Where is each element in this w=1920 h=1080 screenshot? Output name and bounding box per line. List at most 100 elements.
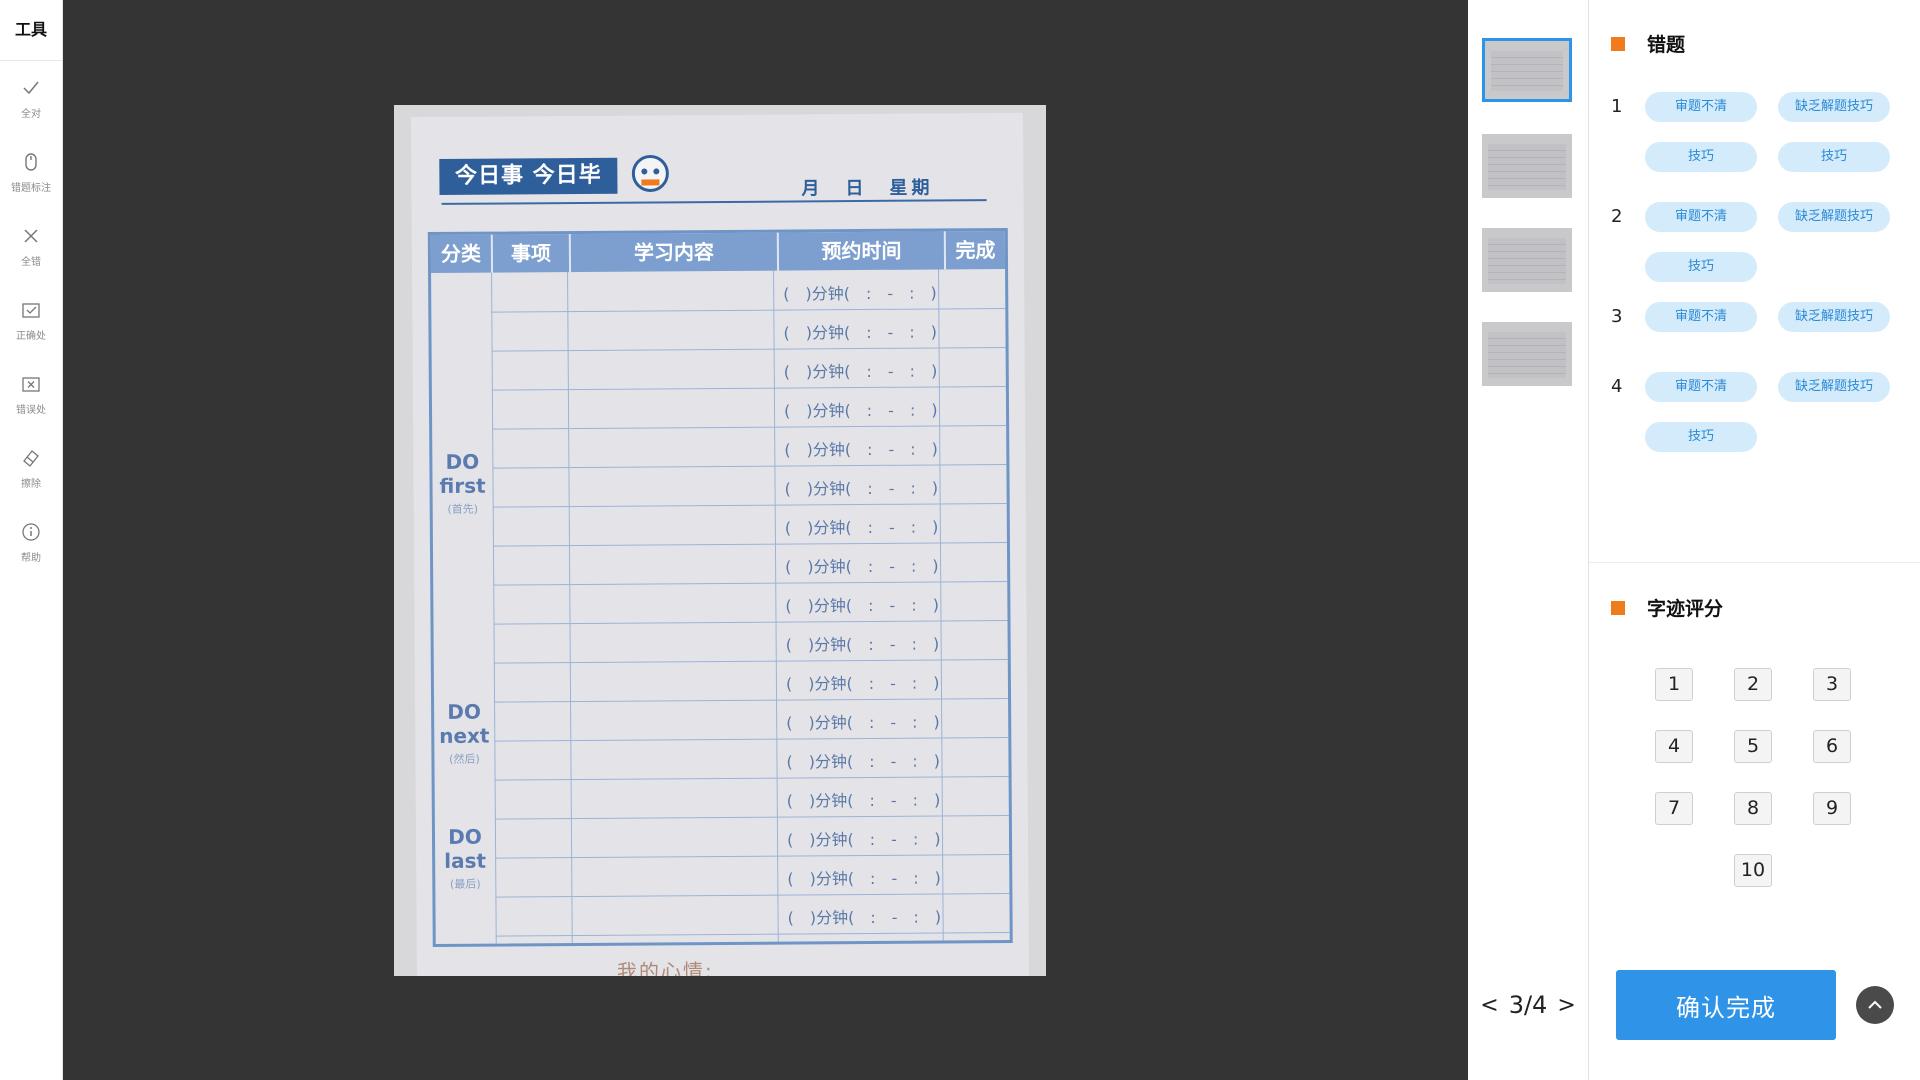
worksheet-table: 分类 事项 学习内容 预约时间 完成 ( )分钟( : - : ) ( )分钟( … — [427, 227, 1013, 948]
next-page-button[interactable]: > — [1557, 993, 1575, 1018]
errors-title: 错题 — [1647, 34, 1686, 56]
score-button-10[interactable]: 10 — [1734, 854, 1772, 887]
page-thumbnails — [1468, 0, 1589, 1080]
row-rule — [491, 308, 1006, 313]
category-do-next: DO next (然后) — [434, 700, 495, 772]
worksheet-table-header: 分类 事项 学习内容 预约时间 完成 — [430, 231, 1006, 274]
check-box-icon — [22, 302, 40, 318]
homework-photo[interactable]: 今日事 今日毕 月 日 星期 分类 事项 学习内容 预约时间 完成 ()分钟(… — [394, 105, 1046, 976]
tag-misread[interactable]: 审题不清 — [1645, 302, 1757, 332]
time-slot: ( )分钟( : - : ) — [786, 751, 941, 772]
time-slot: ( )分钟( : - : ) — [786, 712, 940, 733]
column-rule — [773, 270, 779, 942]
tool-error-spot[interactable]: 错误处 — [0, 357, 62, 431]
thumbnail-page-4[interactable] — [1482, 322, 1572, 386]
tag-lack-skill[interactable]: 缺乏解题技巧 — [1778, 202, 1890, 232]
category-subtitle: (然后) — [449, 752, 480, 766]
tag-skill[interactable]: 技巧 — [1645, 142, 1757, 172]
page-indicator: 3/4 — [1508, 991, 1548, 1019]
tool-label: 错误处 — [16, 404, 46, 416]
x-icon — [24, 228, 38, 243]
row-rule — [491, 347, 1006, 352]
eraser-icon — [23, 449, 39, 467]
x-box-icon — [22, 376, 40, 392]
tool-label: 正确处 — [16, 330, 46, 342]
category-title: DO first — [439, 449, 486, 498]
mood-label: 我的心情: — [616, 959, 714, 976]
tool-correct-spot[interactable]: 正确处 — [0, 283, 62, 357]
category-subtitle: (最后) — [449, 877, 481, 891]
thumbnail-page-1[interactable] — [1482, 38, 1572, 102]
chevron-up-icon — [1868, 1000, 1882, 1009]
time-slot: ( )分钟( : - : ) — [786, 829, 941, 850]
tool-label: 错题标注 — [11, 182, 51, 194]
tool-mark-error[interactable]: 错题标注 — [0, 135, 62, 209]
row-rule — [494, 697, 1009, 703]
time-slot: ( )分钟( : - : ) — [785, 556, 939, 577]
tag-misread[interactable]: 审题不清 — [1645, 372, 1757, 402]
section-divider — [1589, 562, 1920, 563]
score-button-7[interactable]: 7 — [1655, 792, 1693, 825]
column-header: 预约时间 — [778, 231, 947, 271]
time-slot: ( )分钟( : - : ) — [786, 790, 941, 811]
prev-page-button[interactable]: < — [1480, 993, 1498, 1018]
thumbnail-page-2[interactable] — [1482, 134, 1572, 198]
category-title: DO last — [444, 824, 487, 873]
score-button-9[interactable]: 9 — [1813, 792, 1851, 825]
row-rule — [492, 463, 1007, 469]
tool-all-wrong[interactable]: 全错 — [0, 209, 62, 283]
score-button-8[interactable]: 8 — [1734, 792, 1772, 825]
tag-misread[interactable]: 审题不清 — [1645, 202, 1757, 232]
tag-skill[interactable]: 技巧 — [1645, 422, 1757, 452]
time-slot: ( )分钟( : - : ) — [783, 322, 938, 343]
mouse-icon — [25, 152, 37, 171]
column-header: 分类 — [430, 234, 494, 274]
section-marker-icon — [1611, 600, 1625, 615]
tool-all-correct[interactable]: 全对 — [0, 61, 62, 135]
section-marker-icon — [1611, 36, 1625, 51]
score-button-5[interactable]: 5 — [1734, 730, 1772, 763]
row-rule — [492, 424, 1007, 430]
score-button-3[interactable]: 3 — [1813, 668, 1851, 701]
time-slot: ( )分钟( : - : ) — [783, 283, 937, 304]
handwriting-title: 字迹评分 — [1647, 598, 1724, 620]
tag-lack-skill[interactable]: 缺乏解题技巧 — [1778, 92, 1890, 122]
question-number: 1 — [1611, 96, 1623, 117]
tag-lack-skill[interactable]: 缺乏解题技巧 — [1778, 302, 1890, 332]
row-rule — [493, 658, 1008, 664]
score-button-2[interactable]: 2 — [1734, 668, 1772, 701]
worksheet-paper: 今日事 今日毕 月 日 星期 分类 事项 学习内容 预约时间 完成 ()分钟(… — [410, 112, 1030, 976]
time-slot: ( )分钟( : - : ) — [787, 907, 942, 928]
category-do-first: DO first (首先) — [432, 450, 493, 522]
tag-lack-skill[interactable]: 缺乏解题技巧 — [1778, 372, 1890, 402]
confirm-complete-button[interactable]: 确认完成 — [1616, 970, 1836, 1040]
mascot-icon — [631, 154, 669, 192]
tool-label: 全对 — [21, 108, 41, 120]
row-rule — [492, 541, 1007, 547]
column-header: 学习内容 — [570, 232, 780, 273]
tag-skill[interactable]: 技巧 — [1778, 142, 1890, 172]
score-button-6[interactable]: 6 — [1813, 730, 1851, 763]
tool-label: 全错 — [21, 256, 41, 268]
time-slot: ( )分钟( : - : ) — [787, 868, 941, 889]
tool-erase[interactable]: 擦除 — [0, 431, 62, 505]
tool-help[interactable]: 帮助 — [0, 505, 62, 579]
worksheet-date-line: 月 日 星期 — [801, 177, 934, 200]
row-rule — [494, 814, 1009, 820]
score-button-1[interactable]: 1 — [1655, 668, 1693, 701]
row-rule — [494, 775, 1009, 781]
column-rule — [567, 272, 573, 944]
time-slot: ( )分钟( : - : ) — [783, 400, 938, 421]
scroll-to-top-button[interactable] — [1856, 986, 1894, 1024]
time-slot: ( )分钟( : - : ) — [785, 595, 939, 616]
tag-skill[interactable]: 技巧 — [1645, 252, 1757, 282]
tag-misread[interactable]: 审题不清 — [1645, 92, 1757, 122]
column-header: 事项 — [492, 234, 572, 273]
score-button-4[interactable]: 4 — [1655, 730, 1693, 763]
question-number: 4 — [1611, 376, 1623, 397]
image-viewer[interactable]: 今日事 今日毕 月 日 星期 分类 事项 学习内容 预约时间 完成 ()分钟(… — [63, 0, 1468, 1080]
tool-label: 擦除 — [21, 478, 41, 490]
category-subtitle: (首先) — [447, 502, 479, 516]
thumbnail-page-3[interactable] — [1482, 228, 1572, 292]
row-rule — [493, 580, 1008, 586]
